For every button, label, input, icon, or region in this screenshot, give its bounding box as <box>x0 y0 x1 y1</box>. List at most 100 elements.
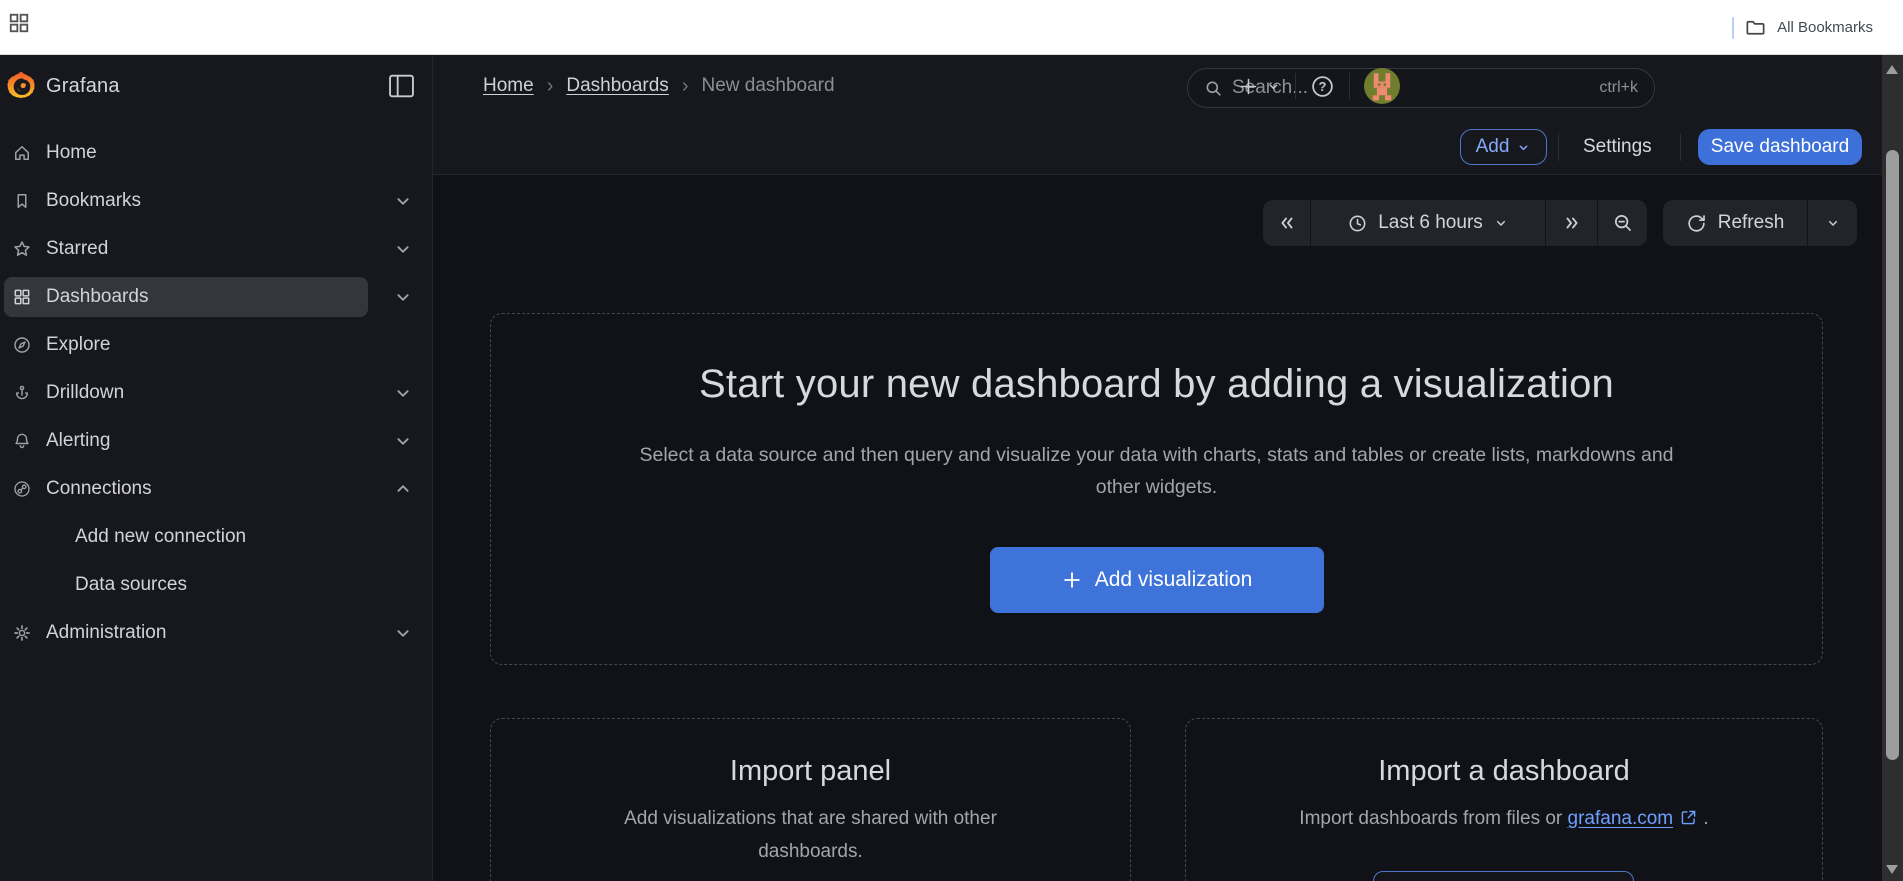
add-panel-label: Add <box>1475 136 1510 157</box>
import-dashboard-desc-suffix: . <box>1698 808 1709 829</box>
bookmark-icon <box>17 194 27 208</box>
time-range-button[interactable]: Last 6 hours <box>1310 200 1545 246</box>
toolbar-divider <box>1558 133 1559 161</box>
import-panel-title: Import panel <box>729 755 892 787</box>
apps-launcher-icon[interactable] <box>8 12 30 34</box>
drilldown-icon <box>15 385 29 400</box>
refresh-icon <box>1688 214 1705 232</box>
scroll-down-arrow[interactable] <box>1886 865 1898 874</box>
help-icon: ? <box>1312 75 1333 97</box>
chevrons-right-icon <box>1566 217 1577 229</box>
import-dashboard-title: Import a dashboard <box>1378 755 1630 787</box>
breadcrumb-current: New dashboard <box>701 75 835 96</box>
sidebar-item-dashboards[interactable]: Dashboards <box>0 277 433 317</box>
sidebar-item-explore[interactable]: Explore <box>0 325 433 365</box>
sidebar-item-home[interactable]: Home <box>0 133 433 173</box>
sidebar-item-label: Drilldown <box>46 382 125 403</box>
time-zoom-out-button[interactable] <box>1597 200 1647 246</box>
help-button[interactable]: ? <box>1310 74 1335 99</box>
sidebar-header: Grafana <box>0 55 433 117</box>
add-visualization-button[interactable]: Add visualization <box>989 547 1324 613</box>
sidebar-item-administration[interactable]: Administration <box>0 613 433 653</box>
app-header: Grafana Home › Dashboards › New dashboar… <box>0 55 1882 117</box>
header-divider <box>1295 73 1296 99</box>
all-bookmarks-button[interactable]: All Bookmarks <box>1732 0 1873 55</box>
refresh-group: Refresh <box>1663 200 1857 246</box>
page: All Bookmarks Grafana Home › Dashboards … <box>0 0 1903 881</box>
import-dashboard-button[interactable] <box>1373 871 1634 881</box>
chevron-down-icon[interactable] <box>392 238 414 260</box>
chevron-down-icon[interactable] <box>392 190 414 212</box>
home-icon <box>15 146 29 160</box>
add-panel-button[interactable]: Add <box>1460 129 1547 165</box>
time-shift-forward-button[interactable] <box>1545 200 1597 246</box>
toolbar-divider <box>1680 133 1681 161</box>
chevron-down-icon[interactable] <box>392 430 414 452</box>
compass-icon <box>14 337 30 353</box>
sidebar-item-label: Bookmarks <box>46 190 142 211</box>
breadcrumb-dashboards[interactable]: Dashboards <box>566 75 668 97</box>
sidebar-item-add-new-connection[interactable]: Add new connection <box>0 517 433 557</box>
save-dashboard-button[interactable]: Save dashboard <box>1698 129 1862 165</box>
settings-button[interactable]: Settings <box>1583 129 1652 165</box>
sidebar-item-label: Alerting <box>46 430 111 451</box>
chevron-down-icon <box>1520 145 1528 150</box>
chevron-up-icon[interactable] <box>392 478 414 500</box>
sidebar-item-label: Add new connection <box>75 526 247 547</box>
sidebar-item-label: Home <box>46 142 97 163</box>
sidebar-item-bookmarks[interactable]: Bookmarks <box>0 181 433 221</box>
refresh-interval-button[interactable] <box>1807 200 1857 246</box>
all-bookmarks-label: All Bookmarks <box>1777 19 1873 36</box>
sidebar: Home Bookmarks Starred Dashboards Explor… <box>0 117 433 881</box>
sidebar-item-label: Data sources <box>75 574 187 595</box>
chevron-down-icon <box>1828 220 1837 226</box>
empty-dashboard-panel: Start your new dashboard by adding a vis… <box>490 313 1823 665</box>
import-dashboard-card: Import a dashboard Import dashboards fro… <box>1185 718 1823 881</box>
sidebar-item-starred[interactable]: Starred <box>0 229 433 269</box>
import-dashboard-description: Import dashboards from files or grafana.… <box>1299 802 1708 835</box>
search-icon <box>1206 81 1221 96</box>
breadcrumb-separator-icon: › <box>681 74 689 97</box>
dashboard-canvas: Last 6 hours Refresh Start your new dash… <box>433 175 1882 881</box>
scroll-up-arrow[interactable] <box>1886 65 1898 74</box>
bookmarks-bar: All Bookmarks <box>0 0 1903 55</box>
folder-icon <box>1746 20 1765 35</box>
sidebar-toggle-icon[interactable] <box>388 74 415 98</box>
user-avatar[interactable] <box>1364 68 1400 104</box>
time-range-label: Last 6 hours <box>1378 212 1483 233</box>
sidebar-item-label: Administration <box>46 622 167 643</box>
sidebar-item-data-sources[interactable]: Data sources <box>0 565 433 605</box>
hero-title: Start your new dashboard by adding a vis… <box>699 362 1614 406</box>
breadcrumb: Home › Dashboards › New dashboard <box>483 55 835 117</box>
chevron-down-icon <box>1496 220 1505 226</box>
plug-circle-icon <box>14 481 30 497</box>
import-dashboard-desc-prefix: Import dashboards from files or <box>1299 808 1568 829</box>
time-shift-back-button[interactable] <box>1263 200 1310 246</box>
grafana-logo[interactable]: Grafana <box>7 69 120 103</box>
header-divider <box>1349 73 1350 99</box>
header-actions: ? <box>1238 55 1400 117</box>
sidebar-item-drilldown[interactable]: Drilldown <box>0 373 433 413</box>
add-visualization-label: Add visualization <box>1094 568 1253 591</box>
clock-icon <box>1349 215 1366 231</box>
save-dashboard-label: Save dashboard <box>1710 136 1850 157</box>
chevron-down-icon[interactable] <box>392 622 414 644</box>
grafana-com-link[interactable]: grafana.com <box>1568 808 1674 829</box>
external-link-icon <box>1681 810 1696 825</box>
sidebar-item-connections[interactable]: Connections <box>0 469 433 509</box>
bookmarks-divider <box>1732 16 1735 39</box>
sidebar-item-alerting[interactable]: Alerting <box>0 421 433 461</box>
sidebar-item-label: Dashboards <box>46 286 149 307</box>
chevron-down-icon[interactable] <box>392 286 414 308</box>
new-button[interactable] <box>1238 76 1281 97</box>
zoom-out-icon <box>1614 214 1631 231</box>
scrollbar-thumb[interactable] <box>1886 150 1899 760</box>
chevron-down-icon[interactable] <box>392 382 414 404</box>
plus-icon <box>1063 572 1080 588</box>
refresh-button[interactable]: Refresh <box>1663 200 1807 246</box>
refresh-label: Refresh <box>1717 212 1785 233</box>
breadcrumb-home[interactable]: Home <box>483 75 534 97</box>
app-name: Grafana <box>46 74 120 97</box>
sidebar-item-label: Starred <box>46 238 109 259</box>
bell-icon <box>15 433 29 449</box>
